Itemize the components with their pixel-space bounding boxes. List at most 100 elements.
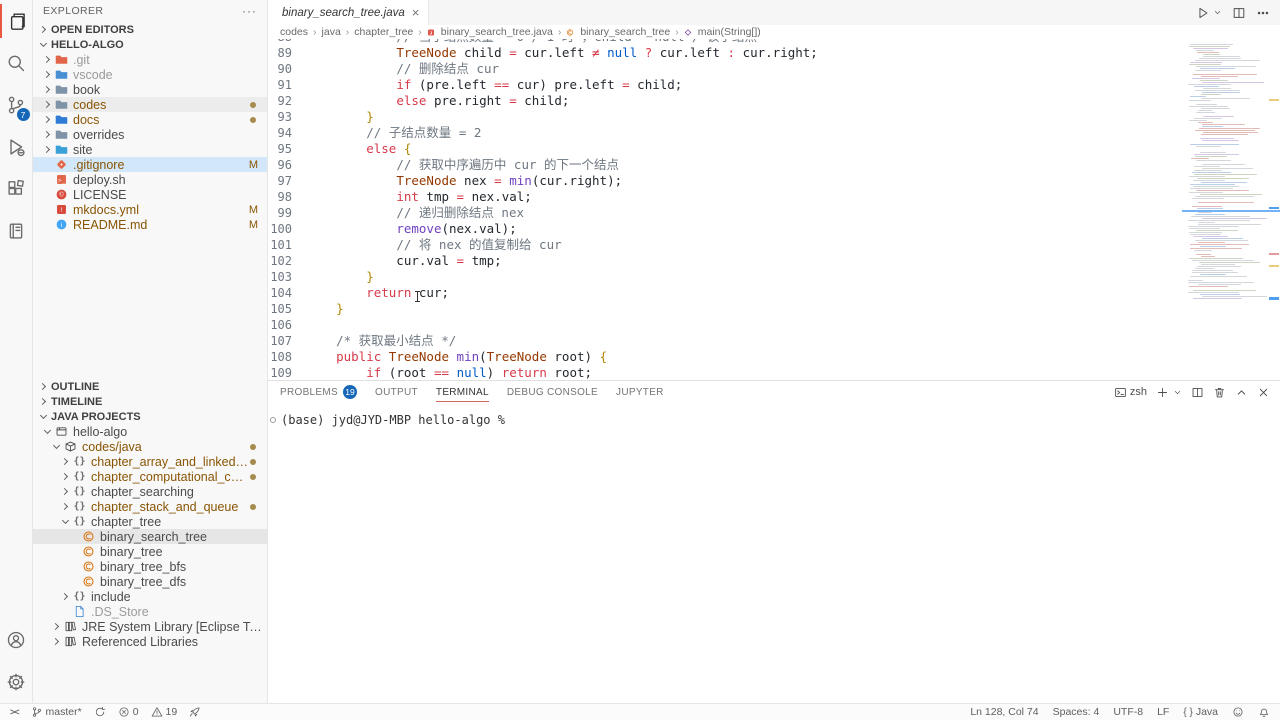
tab-binary-search-tree[interactable]: J binary_search_tree.java ×	[268, 0, 429, 25]
close-panel-button[interactable]	[1257, 386, 1270, 399]
breadcrumb-item[interactable]: Jbinary_search_tree.java	[427, 26, 553, 38]
breadcrumb-item[interactable]: binary_search_tree	[566, 26, 670, 38]
project-row-binary-tree[interactable]: binary_tree	[33, 544, 267, 559]
project-row-chapter-array-and-linkedlist[interactable]: {}chapter_array_and_linkedlist	[33, 454, 267, 469]
section-timeline[interactable]: TIMELINE	[33, 394, 267, 409]
terminal-dropdown[interactable]	[1173, 386, 1182, 399]
file-row-book[interactable]: book	[33, 82, 267, 97]
status-remote[interactable]: ><	[10, 707, 19, 717]
folder-icon	[55, 53, 68, 66]
code-area[interactable]: 88 // 当子结点数量 = 0 / 1 时 ，child = null / 该…	[268, 39, 1280, 380]
run-dropdown[interactable]	[1213, 8, 1222, 17]
file-row-readme-md[interactable]: iREADME.mdM	[33, 217, 267, 232]
status-cursor-position[interactable]: Ln 128, Col 74	[970, 706, 1038, 718]
panel-tab-debug-console[interactable]: DEBUG CONSOLE	[507, 381, 598, 403]
line-number: 107	[268, 333, 306, 349]
project-row-binary-tree-bfs[interactable]: binary_tree_bfs	[33, 559, 267, 574]
breadcrumb-item[interactable]: main(String[])	[684, 26, 761, 38]
file-row-mkdocs-yml[interactable]: !mkdocs.ymlM	[33, 202, 267, 217]
maximize-panel-button[interactable]	[1235, 386, 1248, 399]
code-text: // 删除结点 cur	[306, 61, 1280, 77]
status-java-mode[interactable]	[189, 706, 201, 718]
panel-tab-jupyter[interactable]: JUPYTER	[616, 381, 664, 403]
project-row-include[interactable]: {}include	[33, 589, 267, 604]
package-icon	[64, 440, 77, 453]
status-encoding[interactable]: UTF-8	[1113, 706, 1143, 718]
activity-item-settings[interactable]	[0, 661, 33, 703]
section-java-projects[interactable]: JAVA PROJECTS	[33, 409, 267, 424]
split-terminal-button[interactable]	[1191, 386, 1204, 399]
status-sync[interactable]	[94, 706, 106, 718]
project-row-chapter-stack-and-queue[interactable]: {}chapter_stack_and_queue	[33, 499, 267, 514]
status-errors[interactable]: 0	[118, 706, 139, 718]
file-row-codes[interactable]: codes	[33, 97, 267, 112]
activity-item-search[interactable]	[0, 42, 33, 84]
project-row-binary-tree-dfs[interactable]: binary_tree_dfs	[33, 574, 267, 589]
close-icon[interactable]: ×	[412, 6, 420, 19]
license-icon: ©	[55, 188, 68, 201]
file-row-deploy-sh[interactable]: >_deploy.sh	[33, 172, 267, 187]
file-row-license[interactable]: ©LICENSE	[33, 187, 267, 202]
status-eol[interactable]: LF	[1157, 706, 1169, 718]
minimap[interactable]	[1188, 44, 1266, 344]
breadcrumb-item[interactable]: codes	[280, 26, 308, 38]
activity-item-run-debug[interactable]	[0, 126, 33, 168]
project-row-codes-java[interactable]: codes/java	[33, 439, 267, 454]
run-button[interactable]	[1196, 6, 1210, 20]
shell-selector[interactable]: zsh	[1114, 386, 1147, 399]
open-editors-label: OPEN EDITORS	[51, 24, 134, 36]
project-row-chapter-computational-complexity[interactable]: {}chapter_computational_complexity	[33, 469, 267, 484]
split-editor-button[interactable]	[1232, 6, 1246, 20]
class-icon	[82, 530, 95, 543]
code-line-89: 89 TreeNode child = cur.left ≠ null ? cu…	[268, 45, 1280, 61]
breadcrumb-label: binary_search_tree	[580, 26, 670, 38]
status-feedback[interactable]	[1232, 706, 1244, 718]
activity-item-account[interactable]	[0, 619, 33, 661]
panel-tab-output[interactable]: OUTPUT	[375, 381, 418, 403]
file-row-overrides[interactable]: overrides	[33, 127, 267, 142]
project-row-referenced-libraries[interactable]: Referenced Libraries	[33, 634, 267, 649]
project-item-label: chapter_searching	[91, 485, 194, 499]
project-row-hello-algo[interactable]: hello-algo	[33, 424, 267, 439]
panel-tab-problems[interactable]: PROBLEMS19	[280, 381, 357, 403]
file-row-vscode[interactable]: vscode	[33, 67, 267, 82]
section-outline[interactable]: OUTLINE	[33, 379, 267, 394]
project-row-binary-search-tree[interactable]: binary_search_tree	[33, 529, 267, 544]
method-icon	[684, 27, 695, 38]
kill-terminal-button[interactable]	[1213, 386, 1226, 399]
status-language-mode[interactable]: { }Java	[1183, 706, 1218, 718]
file-row--gitignore[interactable]: .gitignoreM	[33, 157, 267, 172]
activity-item-notebook[interactable]	[0, 210, 33, 252]
project-row--ds-store[interactable]: .DS_Store	[33, 604, 267, 619]
project-row-chapter-tree[interactable]: {}chapter_tree	[33, 514, 267, 529]
more-actions-button[interactable]	[1256, 6, 1270, 20]
breadcrumb-item[interactable]: chapter_tree	[354, 26, 413, 38]
file-row--git[interactable]: .git	[33, 52, 267, 67]
open-editors-section[interactable]: OPEN EDITORS	[33, 22, 267, 37]
editor-group: J binary_search_tree.java × codes›java›c…	[268, 0, 1280, 380]
project-root-section[interactable]: HELLO-ALGO	[33, 37, 267, 52]
activity-item-extensions[interactable]	[0, 168, 33, 210]
overview-ruler[interactable]	[1267, 39, 1280, 380]
project-row-jre-system-library-eclipse-temurin-17-17-[interactable]: JRE System Library [Eclipse Temurin 17 […	[33, 619, 267, 634]
class-icon	[82, 560, 95, 573]
terminal[interactable]: (base) jyd@JYD-MBP hello-algo %	[268, 403, 1280, 427]
chevron-down-icon	[40, 40, 47, 47]
status-indentation[interactable]: Spaces: 4	[1053, 706, 1100, 718]
breadcrumb-item[interactable]: java	[322, 26, 341, 38]
status-warnings[interactable]: 19	[151, 706, 178, 718]
panel-tab-terminal[interactable]: TERMINAL	[436, 381, 489, 403]
chevron-right-icon	[52, 623, 59, 630]
file-row-docs[interactable]: docs	[33, 112, 267, 127]
file-label: book	[73, 83, 100, 97]
project-row-chapter-searching[interactable]: {}chapter_searching	[33, 484, 267, 499]
status-notifications[interactable]	[1258, 706, 1270, 718]
activity-item-explorer[interactable]	[0, 0, 33, 42]
activity-item-source-control[interactable]: 7	[0, 84, 33, 126]
new-terminal-button[interactable]	[1156, 386, 1169, 399]
file-row-site[interactable]: site	[33, 142, 267, 157]
code-line-107: 107 /* 获取最小结点 */	[268, 333, 1280, 349]
status-branch[interactable]: master*	[31, 706, 82, 718]
status-right: Ln 128, Col 74 Spaces: 4 UTF-8 LF { }Java	[956, 706, 1270, 718]
more-actions-icon[interactable]: ···	[242, 4, 257, 18]
